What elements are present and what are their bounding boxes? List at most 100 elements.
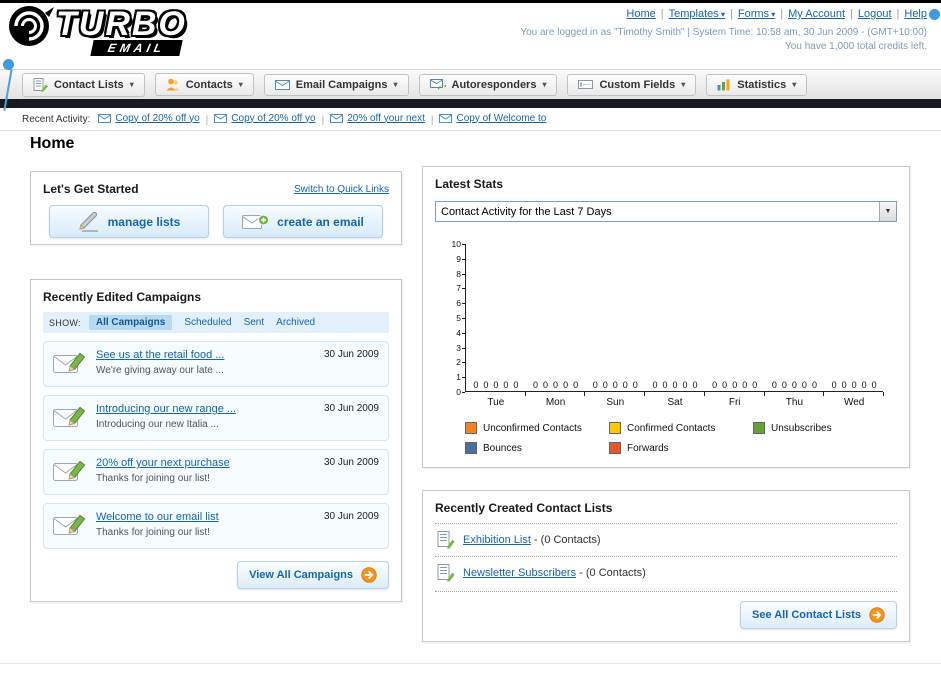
credits-info: You have 1,000 total credits left. [785,41,927,52]
recent-activity-item: Copy of 20% off yo [214,113,316,124]
header-right: Home | Templates ▾ | Forms ▾ | My Account | Logo… [520,8,927,52]
campaign-row[interactable]: 20% off your next purchase Thanks for joi… [43,449,389,495]
nav-tab-statistics[interactable]: Statistics ▾ [706,73,808,96]
top-link-help[interactable]: Help [904,8,927,20]
campaign-text: See us at the retail food ... We're givin… [96,349,224,376]
chat-widget-dot-left[interactable] [3,59,14,70]
y-axis-tick [462,377,465,379]
manage-lists-button[interactable]: manage lists [49,205,209,238]
header: TURBO EMAIL Home | Templates ▾ | Forms ▾ | My … [0,3,941,69]
campaign-edit-icon [53,458,87,484]
chat-widget-dot-right[interactable] [929,9,940,20]
campaign-row[interactable]: Introducing our new range ... Introducing… [43,395,389,441]
campaigns-tab-all-campaigns[interactable]: All Campaigns [88,315,173,330]
y-axis-tick [462,273,465,275]
campaigns-tab-sent[interactable]: Sent [244,317,265,328]
bar-value: 0 [742,380,748,390]
nav-tab-contacts[interactable]: Contacts ▾ [154,73,254,96]
campaign-title-link[interactable]: See us at the retail food ... [96,349,224,361]
bar-value: 0 [662,380,668,390]
chart-plot-area [465,244,883,392]
nav-tab-label: Statistics [737,78,787,91]
get-started-buttons: manage lists create an email [43,205,389,238]
page-title: Home [30,135,75,152]
chevron-down-icon: ▾ [769,10,776,19]
recent-activity-items: Copy of 20% off yo | Copy of 20% off yo | 20… [98,113,546,126]
campaigns-tab-scheduled[interactable]: Scheduled [184,317,231,328]
bar-value: 0 [682,380,688,390]
nav-tab-email-campaigns[interactable]: Email Campaigns ▾ [263,73,409,96]
see-all-contact-lists-button[interactable]: See All Contact Lists [739,601,897,629]
main-nav: Contact Lists ▾ Contacts ▾ Email Campaigns ▾ A… [0,69,941,99]
recent-activity-link[interactable]: 20% off your next [347,113,425,124]
top-link-forms[interactable]: Forms ▾ [738,8,775,20]
chevron-down-icon: ▼ [879,202,896,221]
x-axis-label: Tue [487,397,505,408]
top-link-my-account[interactable]: My Account [788,8,845,20]
campaign-list: See us at the retail food ... We're givin… [43,341,389,549]
contact-list-row[interactable]: Exhibition List - (0 Contacts) [435,523,897,556]
nav-tab-autoresponders[interactable]: Autoresponders ▾ [418,73,558,96]
nav-tab-contact-lists[interactable]: Contact Lists ▾ [22,72,145,97]
campaign-title-link[interactable]: Introducing our new range ... [96,403,236,415]
contact-list-link[interactable]: Newsletter Subscribers [463,567,576,579]
logo-email-text: EMAIL [89,40,183,56]
bar-value: 0 [752,380,758,390]
top-link-home[interactable]: Home [626,8,655,20]
legend-item-unconfirmed-contacts: Unconfirmed Contacts [465,422,609,434]
campaign-subtitle: Introducing our new Italia ... [96,419,219,430]
bar-value: 0 [612,380,618,390]
recent-activity-link[interactable]: Copy of 20% off yo [115,113,199,124]
legend-item-unsubscribes: Unsubscribes [753,422,897,434]
view-all-campaigns-button[interactable]: View All Campaigns [237,561,389,589]
x-axis-label: Wed [843,397,865,408]
campaign-row[interactable]: Welcome to our email list Thanks for join… [43,503,389,549]
recent-activity-separator: | [430,114,434,126]
stats-period-select[interactable]: Contact Activity for the Last 7 Days ▼ [435,201,897,222]
top-link-logout[interactable]: Logout [858,8,892,20]
campaigns-filter-tabs: All Campaigns Scheduled Sent Archived [88,315,315,330]
contact-lists-title: Recently Created Contact Lists [435,501,613,515]
campaign-title-link[interactable]: 20% off your next purchase [96,457,230,469]
recent-activity-link[interactable]: Copy of 20% off yo [231,113,315,124]
stats-chart: 0 1 2 3 4 5 6 7 8 9 10 0 0 0 0 0 Tue 0 0 0 0 0 Mon 0 0 0 0 0 Sun 0 0 0 0… [435,238,897,412]
chevron-down-icon: ▾ [129,80,134,89]
top-nav: Home | Templates ▾ | Forms ▾ | My Account | Logo… [520,8,927,20]
recent-activity-link[interactable]: Copy of Welcome to [456,113,546,124]
campaign-row[interactable]: See us at the retail food ... We're givin… [43,341,389,387]
list-edit-icon [437,531,455,549]
top-nav-separator: | [896,8,900,20]
y-axis-tick [462,303,465,305]
contact-list-row[interactable]: Newsletter Subscribers - (0 Contacts) [435,556,897,589]
campaign-title-link[interactable]: Welcome to our email list [96,511,219,523]
contact-list-items: Exhibition List - (0 Contacts) Newsletter… [435,523,897,589]
campaigns-tab-archived[interactable]: Archived [276,317,315,328]
campaign-edit-icon [53,404,87,430]
y-axis-tick [462,332,465,334]
y-axis-label: 10 [451,239,461,249]
top-nav-separator: | [850,8,853,20]
y-axis-label: 3 [456,342,461,353]
stats-period-value: Contact Activity for the Last 7 Days [441,205,612,218]
legend-swatch [465,442,477,454]
contact-list-link[interactable]: Exhibition List [463,534,531,546]
y-axis-label: 6 [456,298,461,309]
bar-value: 0 [712,380,718,390]
chevron-down-icon: ▾ [681,80,686,89]
x-axis-tick [584,392,586,396]
nav-tab-label: Email Campaigns [295,78,388,91]
legend-item-confirmed-contacts: Confirmed Contacts [609,422,753,434]
legend-swatch [609,422,621,434]
mail-icon [439,113,453,123]
nav-tab-custom-fields[interactable]: Custom Fields ▾ [567,73,697,96]
create-an-email-button[interactable]: create an email [223,205,383,238]
arrow-right-icon [869,607,885,623]
top-nav-separator: | [780,8,784,20]
chevron-down-icon: ▾ [542,80,547,89]
switch-quick-links-link[interactable]: Switch to Quick Links [294,184,389,195]
mail-icon [330,113,344,123]
bar-value: 0 [602,380,608,390]
page: TURBO EMAIL Home | Templates ▾ | Forms ▾ | My … [0,3,941,664]
top-link-templates[interactable]: Templates ▾ [669,8,725,20]
bar-value: 0 [672,380,678,390]
